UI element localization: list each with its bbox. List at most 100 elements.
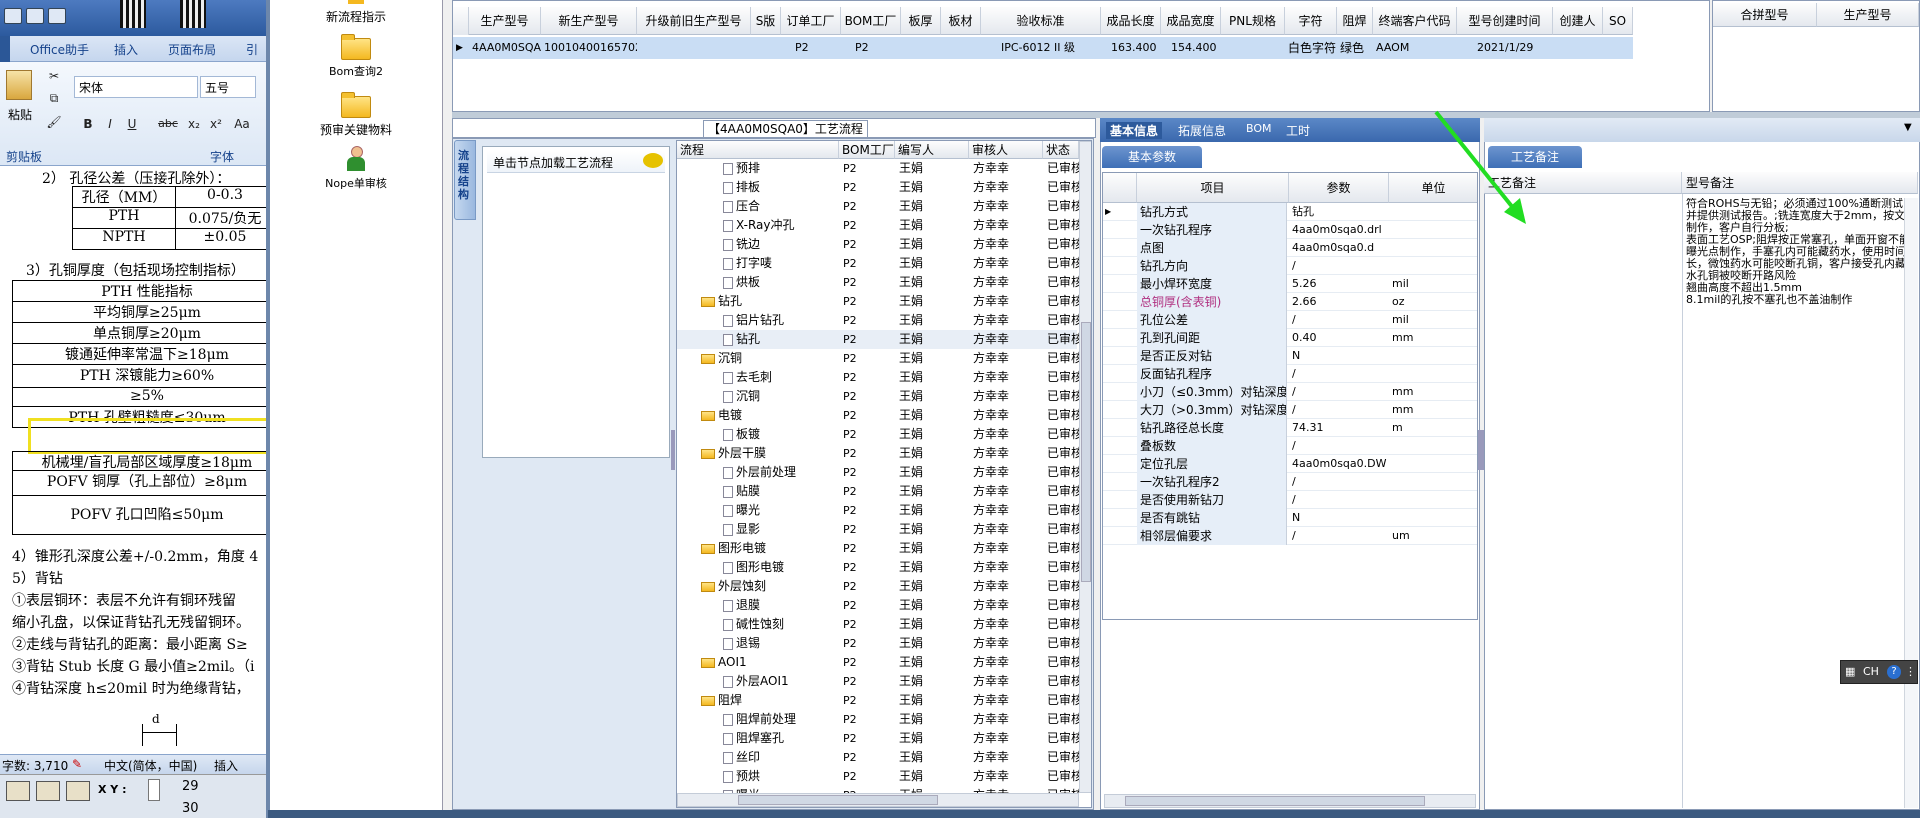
node-load-panel[interactable]: 单击节点加载工艺流程 <box>482 146 670 458</box>
param-row[interactable]: 定位孔层 4aa0m0sqa0.DWK <box>1103 455 1477 473</box>
flow-structure-tab[interactable]: 流程结构 <box>454 140 476 220</box>
column-header[interactable]: 板材 <box>941 7 981 35</box>
file-tab[interactable] <box>0 36 10 62</box>
flow-tree-row[interactable]: 烘板 P2 王娟 方幸幸 已审核 <box>677 273 1079 292</box>
tab-basic-info[interactable]: 基本信息 <box>1106 122 1163 139</box>
dropdown-arrow-icon[interactable]: ▼ <box>1904 122 1912 133</box>
flow-node-name[interactable]: 去毛刺 <box>723 368 839 387</box>
flow-node-name[interactable]: 打字唛 <box>723 254 839 273</box>
new-flow-indicator-button[interactable]: 新流程指示 <box>286 0 426 25</box>
superscript-icon[interactable]: x² <box>206 114 226 134</box>
grid-cell[interactable]: 4AA0M0SQA0 <box>469 37 541 59</box>
tab-extended-info[interactable]: 拓展信息 <box>1178 122 1226 139</box>
param-value[interactable]: / <box>1289 383 1387 401</box>
flow-tree-row[interactable]: AOI1 P2 王娟 方幸幸 已审核 <box>677 653 1079 672</box>
chart-icon[interactable] <box>6 781 30 801</box>
save-icon[interactable] <box>4 8 22 24</box>
flow-tree-row[interactable]: 图形电镀 P2 王娟 方幸幸 已审核 <box>677 539 1079 558</box>
tab-insert[interactable]: 插入 <box>114 41 138 58</box>
model-grid[interactable]: 生产型号 新生产型号 升级前旧生产型号 S版 订单工厂 BOM工厂 板厚 板材 … <box>452 0 1710 112</box>
copy-icon[interactable]: ⧉ <box>44 88 64 108</box>
param-value[interactable]: N <box>1289 347 1387 365</box>
flow-node-name[interactable]: 外层AOI1 <box>723 672 839 691</box>
flow-tree-row[interactable]: 钻孔 P2 王娟 方幸幸 已审核 <box>677 330 1079 349</box>
grid-cell[interactable] <box>1603 37 1633 59</box>
grid-cell[interactable]: 154.400 <box>1161 37 1221 59</box>
flow-tree-row[interactable]: 压合 P2 王娟 方幸幸 已审核 <box>677 197 1079 216</box>
column-header[interactable]: 创建人 <box>1553 7 1603 35</box>
flow-node-name[interactable]: 丝印 <box>723 748 839 767</box>
flow-node-name[interactable]: 烘板 <box>723 273 839 292</box>
column-header[interactable]: BOM工厂 <box>839 141 895 159</box>
param-grid[interactable]: 项目 参数 单位 ▶ 钻孔方式 钻孔 一次钻孔程序 4aa0m0sqa0.drl 点图 4a… <box>1102 172 1478 620</box>
vertical-scrollbar[interactable] <box>1079 141 1091 793</box>
flow-tree-row[interactable]: 外层干膜 P2 王娟 方幸幸 已审核 <box>677 444 1079 463</box>
flow-node-name[interactable]: 排板 <box>723 178 839 197</box>
grid-cell[interactable] <box>751 37 781 59</box>
param-row[interactable]: 相邻层偏要求 / um <box>1103 527 1477 545</box>
flow-tree-row[interactable]: 板镀 P2 王娟 方幸幸 已审核 <box>677 425 1079 444</box>
param-value[interactable]: / <box>1289 527 1387 545</box>
param-value[interactable]: 0.40 <box>1289 329 1387 347</box>
strikethrough-icon[interactable]: abc <box>158 114 178 134</box>
grid-cell[interactable]: AAOM <box>1373 37 1457 59</box>
model-remark-text[interactable]: 符合ROHS与无铅；必须通过100%通断测试，并提供测试报告。;铣连宽度大于2m… <box>1686 198 1918 328</box>
undo-icon[interactable] <box>26 8 44 24</box>
flow-node-name[interactable]: 沉铜 <box>723 387 839 406</box>
flow-tree-row[interactable]: 钻孔 P2 王娟 方幸幸 已审核 <box>677 292 1079 311</box>
param-value[interactable]: N <box>1289 509 1387 527</box>
help-icon[interactable]: ? <box>1887 665 1901 679</box>
column-header[interactable]: 编写人 <box>895 141 969 159</box>
flow-tree-row[interactable]: 预排 P2 王娟 方幸幸 已审核 <box>677 159 1079 178</box>
scrollbar-thumb[interactable] <box>1081 322 1091 582</box>
column-header[interactable]: 新生产型号 <box>541 7 637 35</box>
param-value[interactable]: 5.26 <box>1289 275 1387 293</box>
flow-tree-row[interactable]: X-Ray冲孔 P2 王娟 方幸幸 已审核 <box>677 216 1079 235</box>
flow-tree-row[interactable]: 铣边 P2 王娟 方幸幸 已审核 <box>677 235 1079 254</box>
flow-tree-row[interactable]: 沉铜 P2 王娟 方幸幸 已审核 <box>677 349 1079 368</box>
column-header[interactable]: 验收标准 <box>981 7 1101 35</box>
tab-basic-params[interactable]: 基本参数 <box>1102 146 1202 168</box>
flow-tree-row[interactable]: 曝光 P2 王娟 方幸幸 已审核 <box>677 501 1079 520</box>
column-header[interactable]: 审核人 <box>969 141 1043 159</box>
param-value[interactable]: / <box>1289 491 1387 509</box>
param-value[interactable]: 4aa0m0sqa0.DWK <box>1289 455 1387 473</box>
process-flow-tree[interactable]: 流程 BOM工厂 编写人 审核人 状态 预排P2王娟方幸幸已审核排板P2王娟方幸… <box>676 140 1092 808</box>
column-header[interactable]: 流程 <box>677 141 839 159</box>
flow-node-name[interactable]: 预排 <box>723 159 839 178</box>
column-header[interactable]: S版 <box>751 7 781 35</box>
grid-cell[interactable]: 绿色 <box>1337 37 1373 59</box>
flow-tree-row[interactable]: 阻焊前处理 P2 王娟 方幸幸 已审核 <box>677 710 1079 729</box>
subscript-icon[interactable]: x₂ <box>184 114 204 134</box>
column-header[interactable]: 成品长度 <box>1101 7 1161 35</box>
column-header[interactable]: 成品宽度 <box>1161 7 1221 35</box>
param-value[interactable]: 4aa0m0sqa0.d <box>1289 239 1387 257</box>
ime-options-icon[interactable]: ⋮ <box>1905 661 1916 683</box>
param-row[interactable]: 钻孔路径总长度 74.31 m <box>1103 419 1477 437</box>
param-row[interactable]: 最小焊环宽度 5.26 mil <box>1103 275 1477 293</box>
column-header[interactable]: 型号备注 <box>1682 172 1918 194</box>
scrollbar-thumb[interactable] <box>1125 796 1425 806</box>
flow-node-name[interactable]: 阻焊前处理 <box>723 710 839 729</box>
column-header[interactable]: 字符 <box>1285 7 1337 35</box>
column-header[interactable]: SO <box>1603 7 1633 35</box>
param-value[interactable]: 钻孔 <box>1289 203 1387 221</box>
bom-query2-button[interactable]: Bom查询2 <box>286 34 426 79</box>
column-header[interactable]: PNL规格 <box>1221 7 1285 35</box>
param-row[interactable]: 孔到孔间距 0.40 mm <box>1103 329 1477 347</box>
tab-office-assistant[interactable]: Office助手 <box>30 41 89 58</box>
flow-node-name[interactable]: 钻孔 <box>723 330 839 349</box>
paste-icon[interactable] <box>6 70 32 100</box>
column-header[interactable]: 生产型号 <box>1817 3 1919 27</box>
grid-cell[interactable] <box>1221 37 1285 59</box>
flow-tree-row[interactable]: 丝印 P2 王娟 方幸幸 已审核 <box>677 748 1079 767</box>
flow-tree-row[interactable]: 碱性蚀刻 P2 王娟 方幸幸 已审核 <box>677 615 1079 634</box>
insert-mode[interactable]: 插入 <box>214 757 238 774</box>
flow-node-name[interactable]: 沉铜 <box>701 349 839 368</box>
flow-tree-row[interactable]: 铝片钻孔 P2 王娟 方幸幸 已审核 <box>677 311 1079 330</box>
splitter-handle[interactable] <box>671 430 675 470</box>
flow-node-name[interactable]: 阻焊 <box>701 691 839 710</box>
param-row[interactable]: 孔位公差 / mil <box>1103 311 1477 329</box>
param-row[interactable]: 点图 4aa0m0sqa0.d <box>1103 239 1477 257</box>
flow-tree-row[interactable]: 沉铜 P2 王娟 方幸幸 已审核 <box>677 387 1079 406</box>
